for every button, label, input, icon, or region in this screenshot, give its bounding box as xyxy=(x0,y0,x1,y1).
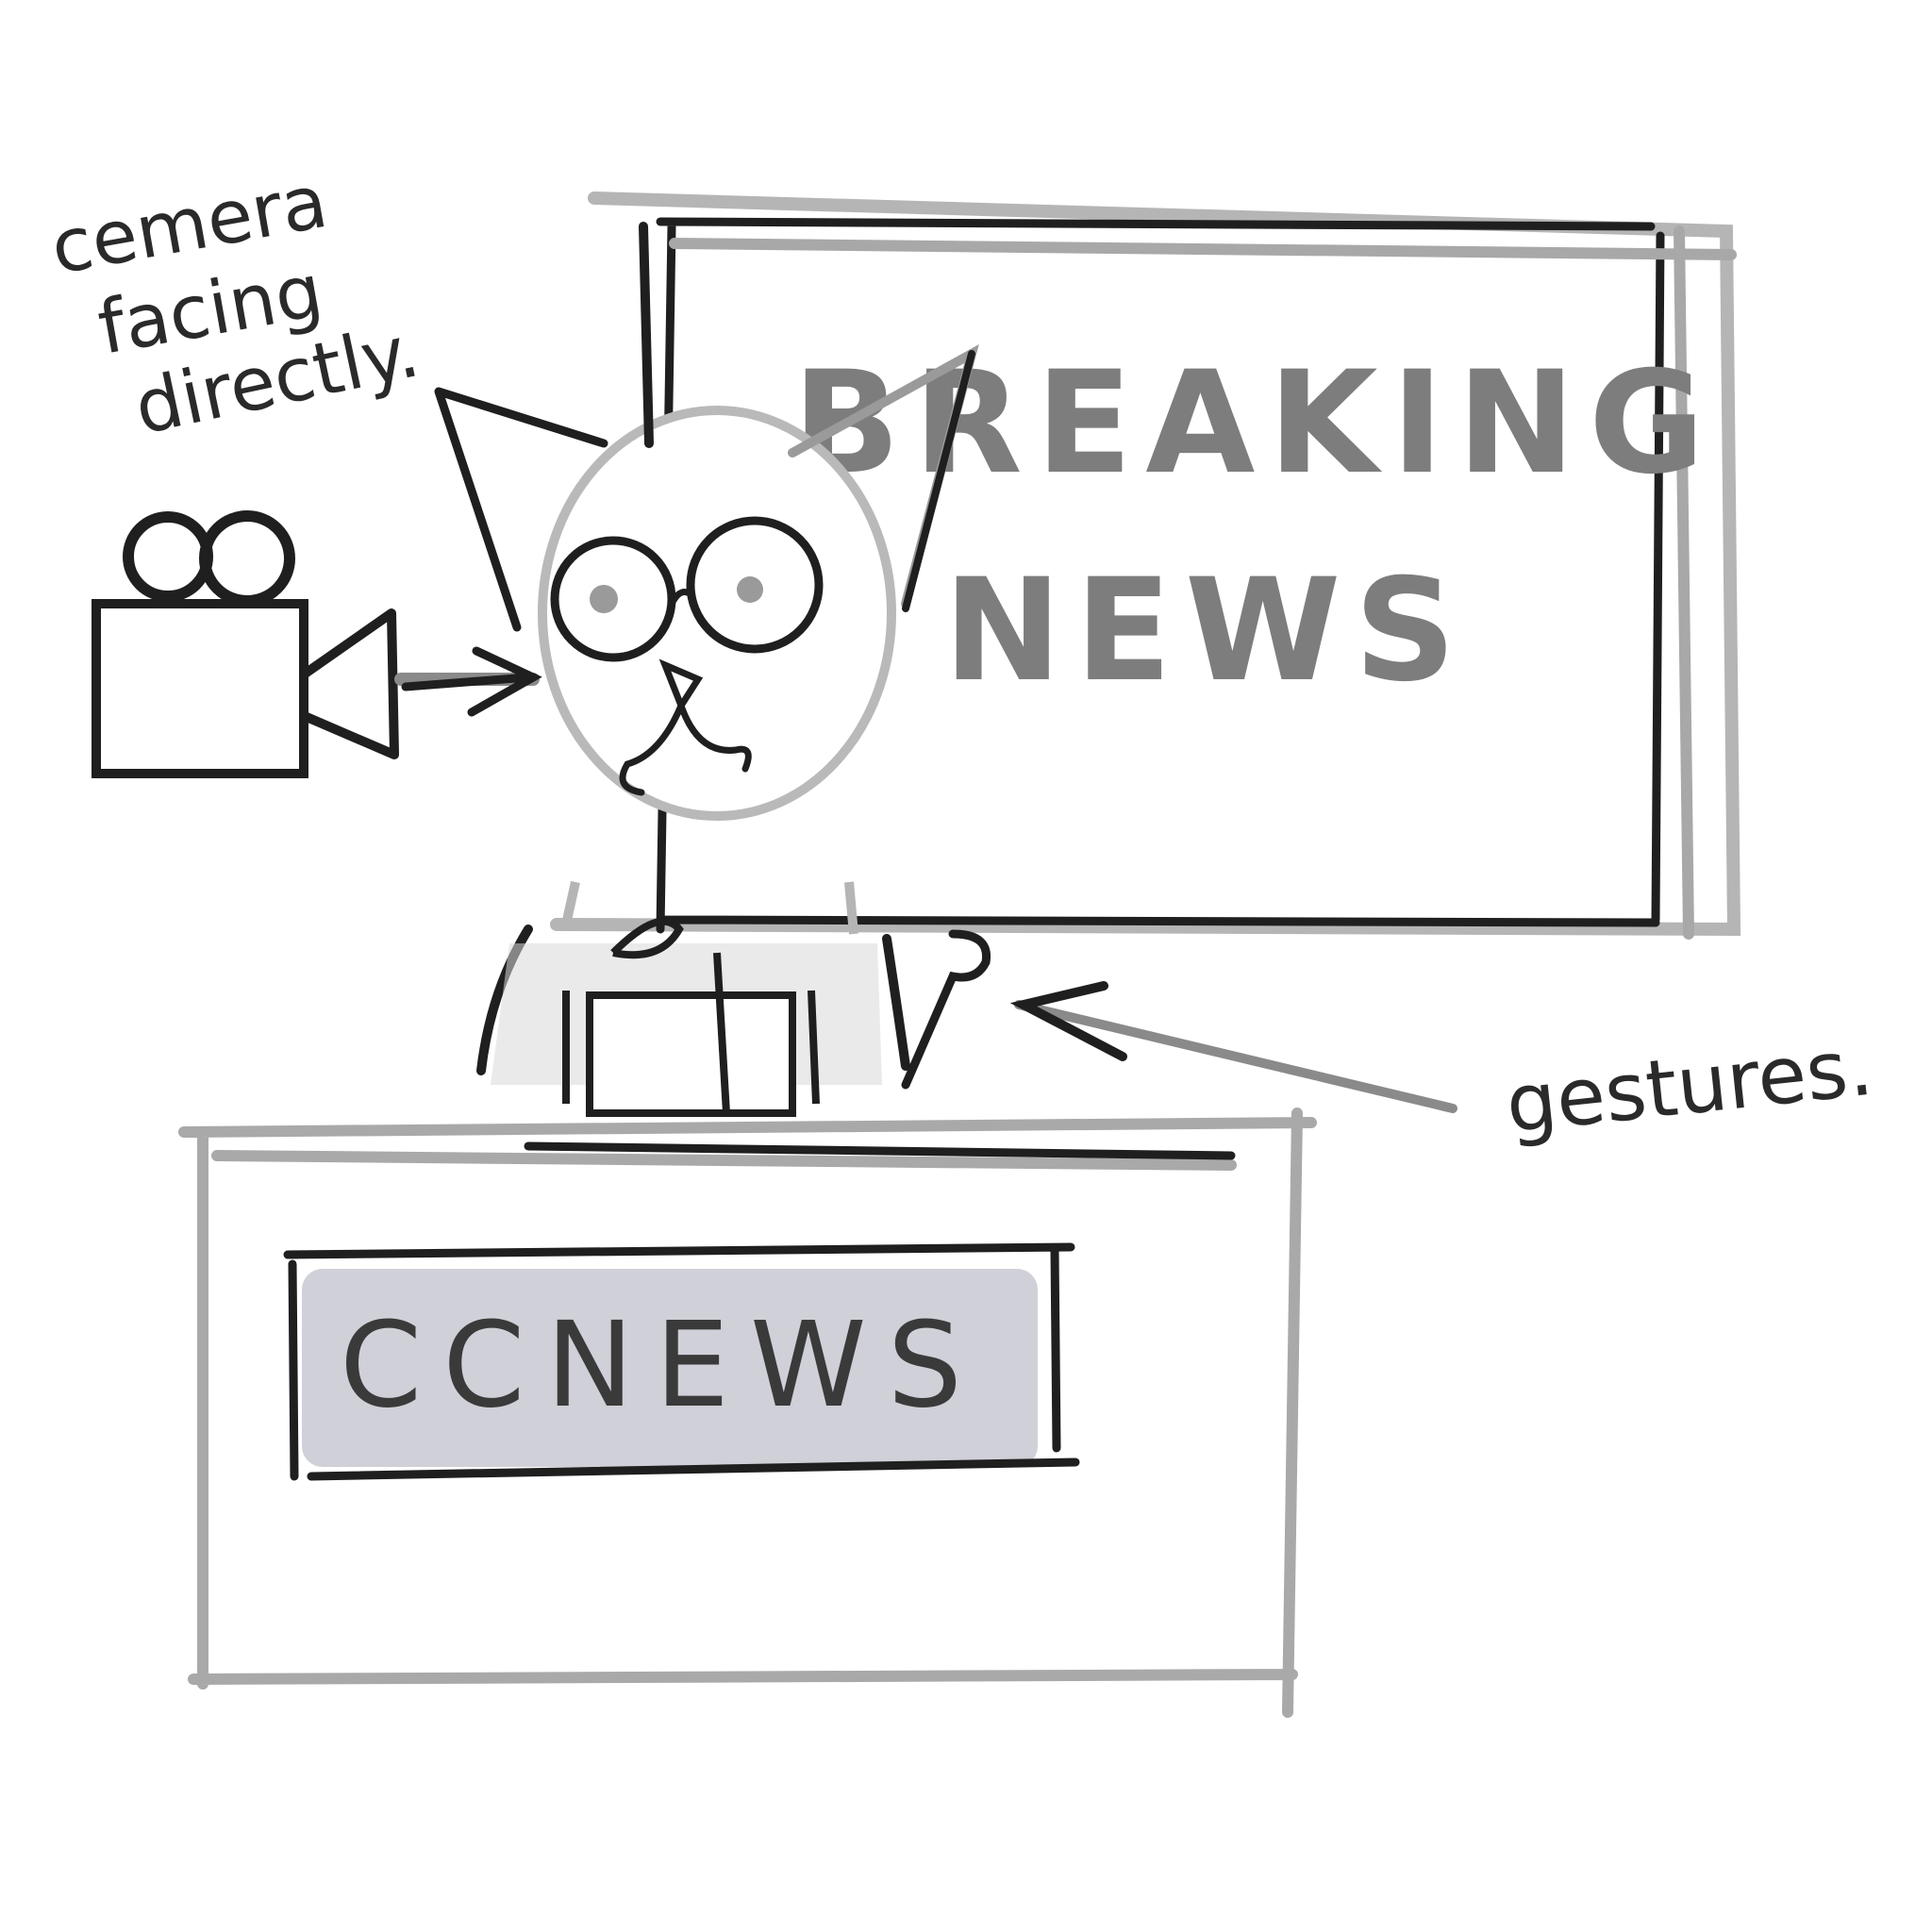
news-desk: CCNEWS xyxy=(178,1108,1317,1718)
gestures-note: gestures. xyxy=(1502,1021,1877,1151)
nameplate-text: CCNEWS xyxy=(340,1297,983,1434)
arrow-icon xyxy=(394,646,542,717)
camera-icon xyxy=(92,510,399,778)
desk-nameplate: CCNEWS xyxy=(283,1242,1080,1481)
gestures-arrow xyxy=(1009,981,1457,1113)
paper xyxy=(586,991,796,1117)
screen-headline-line1: BREAKING xyxy=(792,341,1718,506)
storyboard-sketch: BREAKING NEWS CCNEWS cemera facing direc… xyxy=(45,159,1877,1718)
screen-headline-line2: NEWS xyxy=(943,549,1470,713)
camera-note: cemera facing directly. xyxy=(45,159,426,452)
